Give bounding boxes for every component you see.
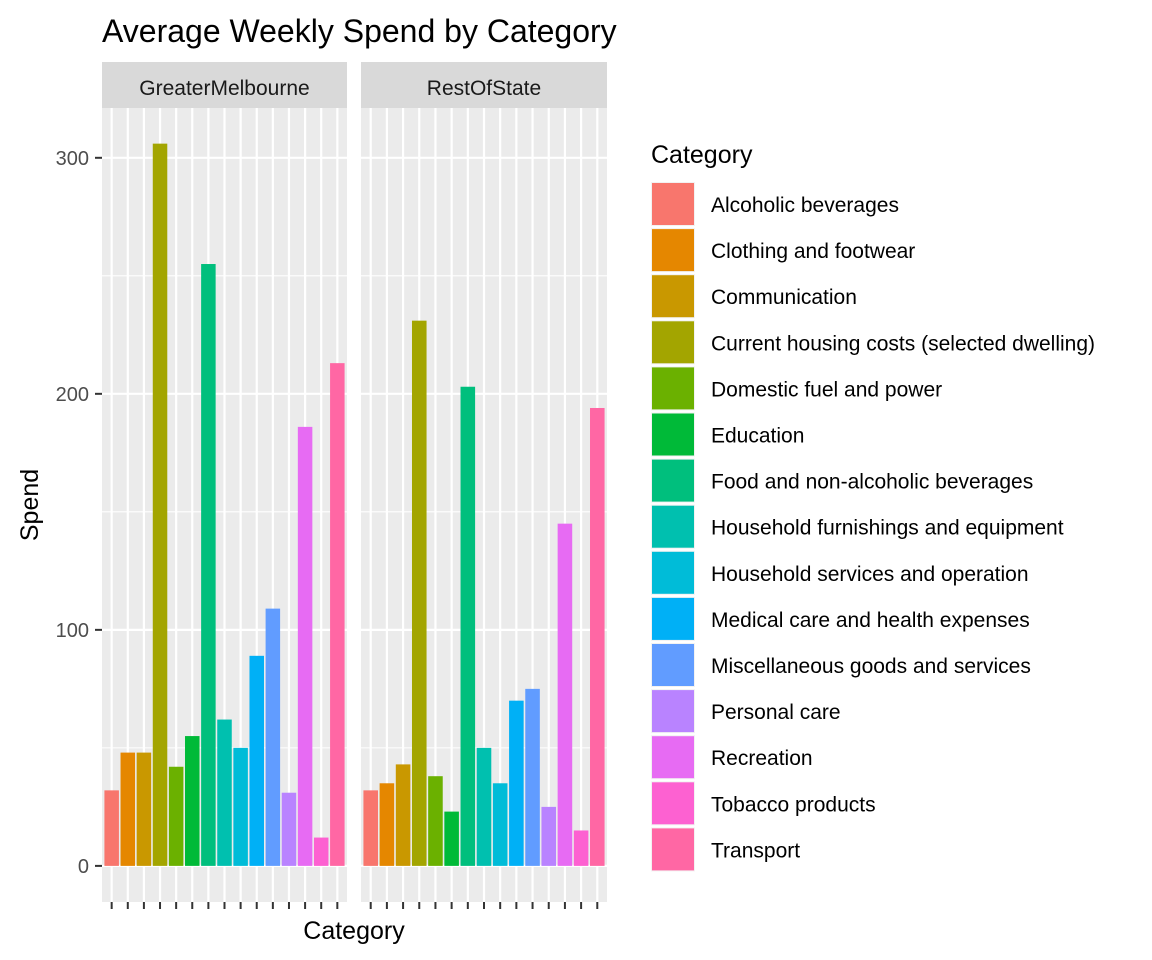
bar-GreaterMelbourne-11	[281, 792, 297, 866]
bar-RestOfState-14	[590, 407, 605, 866]
facet-strip-label: GreaterMelbourne	[139, 77, 309, 100]
legend-swatch	[652, 644, 694, 686]
legend-label: Clothing and footwear	[711, 240, 915, 263]
legend-label: Domestic fuel and power	[711, 378, 942, 401]
legend-label: Personal care	[711, 701, 841, 724]
bar-GreaterMelbourne-13	[313, 837, 329, 866]
legend-label: Household furnishings and equipment	[711, 517, 1064, 540]
bar-RestOfState-6	[460, 386, 476, 866]
bar-RestOfState-7	[476, 747, 492, 866]
bar-RestOfState-3	[411, 320, 427, 866]
legend-swatch	[652, 183, 694, 225]
bar-GreaterMelbourne-5	[185, 736, 200, 866]
bar-RestOfState-8	[492, 783, 508, 866]
y-axis: 0 100 200 300	[56, 148, 102, 878]
bar-GreaterMelbourne-10	[265, 608, 281, 866]
legend-label: Medical care and health expenses	[711, 609, 1030, 632]
legend: Category Alcoholic beverages Clothing and…	[651, 141, 1095, 872]
y-tick-label: 100	[56, 620, 89, 642]
legend-swatch	[652, 736, 694, 779]
bar-RestOfState-11	[541, 806, 557, 866]
bar-RestOfState-4	[428, 776, 443, 866]
y-tick-label: 300	[56, 148, 89, 170]
legend-swatch	[652, 597, 694, 640]
facet-panel-RestOfState: RestOfState	[361, 62, 607, 909]
legend-swatch	[652, 505, 694, 548]
bar-RestOfState-13	[573, 830, 589, 866]
legend-swatch	[652, 367, 694, 410]
y-tick-label: 0	[78, 856, 89, 878]
bar-GreaterMelbourne-0	[104, 790, 119, 866]
legend-label: Current housing costs (selected dwelling…	[711, 332, 1095, 355]
y-axis-title: Spend	[16, 469, 44, 541]
legend-swatch	[652, 782, 694, 825]
bar-RestOfState-9	[509, 700, 524, 866]
legend-label: Communication	[711, 286, 857, 309]
bar-GreaterMelbourne-8	[233, 747, 248, 866]
legend-swatch	[652, 459, 694, 502]
bar-RestOfState-5	[444, 811, 459, 866]
legend-label: Transport	[711, 839, 800, 862]
bar-RestOfState-1	[379, 783, 395, 866]
faceted-bar-chart: Average Weekly Spend by Category Greater…	[16, 13, 1095, 945]
bar-GreaterMelbourne-6	[201, 264, 216, 866]
legend-label: Miscellaneous goods and services	[711, 655, 1031, 678]
bar-GreaterMelbourne-4	[168, 766, 184, 866]
bar-GreaterMelbourne-7	[217, 719, 232, 866]
bar-RestOfState-2	[395, 764, 411, 866]
legend-label: Alcoholic beverages	[711, 194, 899, 217]
legend-swatch	[652, 229, 694, 272]
legend-swatch	[652, 828, 694, 871]
bar-GreaterMelbourne-2	[136, 752, 152, 866]
legend-label: Tobacco products	[711, 793, 876, 816]
x-axis-title: Category	[303, 917, 405, 945]
legend-swatch	[652, 275, 694, 318]
facet-strip-label: RestOfState	[427, 77, 541, 100]
bar-GreaterMelbourne-9	[249, 655, 264, 866]
bar-GreaterMelbourne-14	[330, 363, 345, 866]
legend-swatch	[652, 413, 694, 456]
legend-label: Education	[711, 425, 804, 448]
chart-title: Average Weekly Spend by Category	[102, 13, 617, 49]
legend-swatch	[652, 321, 694, 364]
facet-panels: GreaterMelbourne RestOfState	[102, 62, 607, 909]
y-tick-label: 200	[56, 384, 89, 406]
bar-RestOfState-10	[525, 688, 540, 866]
bar-GreaterMelbourne-1	[120, 752, 136, 866]
facet-panel-GreaterMelbourne: GreaterMelbourne	[102, 62, 347, 909]
bar-GreaterMelbourne-12	[297, 426, 313, 866]
legend-swatch	[652, 551, 694, 594]
bar-GreaterMelbourne-3	[152, 143, 168, 866]
legend-label: Recreation	[711, 747, 813, 770]
legend-title: Category	[651, 141, 753, 169]
legend-swatch	[652, 690, 694, 733]
bar-RestOfState-12	[557, 523, 573, 866]
legend-label: Household services and operation	[711, 563, 1029, 586]
bar-RestOfState-0	[363, 790, 378, 866]
legend-label: Food and non-alcoholic beverages	[711, 471, 1033, 494]
